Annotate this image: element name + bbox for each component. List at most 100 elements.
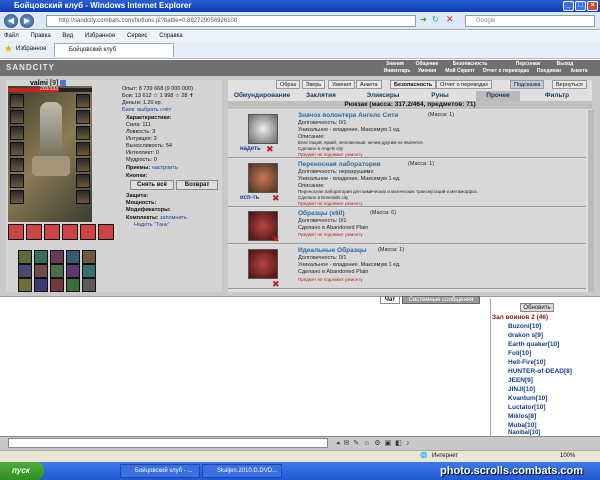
belt-potion-6[interactable] — [98, 224, 114, 240]
spell-slot[interactable] — [18, 250, 32, 264]
btn-skills[interactable]: Умения — [328, 80, 356, 89]
chat-user[interactable]: Earth quaker[10] — [508, 341, 559, 348]
start-button[interactable]: пуск — [0, 462, 44, 480]
belt-potion-3[interactable] — [44, 224, 60, 240]
belt-potion-2[interactable] — [26, 224, 42, 240]
menu-file[interactable]: Файл — [4, 33, 19, 39]
item-name[interactable]: Значок волонтера Ангелс Сити — [298, 112, 398, 119]
belt-potion-5[interactable] — [80, 224, 96, 240]
close-button[interactable]: × — [587, 1, 598, 11]
chat-user[interactable]: Buzoni[10] — [508, 323, 541, 330]
star-icon[interactable]: ★ — [4, 44, 13, 55]
browser-tab[interactable]: Бойцовский клуб — [54, 43, 174, 57]
item-name[interactable]: Образцы (x60) — [298, 210, 345, 217]
search-input[interactable]: Google — [465, 15, 595, 27]
nav-fights[interactable]: Поединки — [534, 68, 564, 74]
item-icon[interactable] — [248, 163, 278, 193]
btn-pet[interactable]: Зверь — [302, 80, 326, 89]
nav-security[interactable]: Безопасность — [448, 61, 492, 67]
slot-leggings[interactable] — [76, 190, 90, 204]
slot-ring2[interactable] — [76, 126, 90, 140]
spell-slot[interactable] — [18, 264, 32, 278]
spell-slot[interactable] — [82, 264, 96, 278]
spell-slot[interactable] — [34, 278, 48, 292]
menu-favorites[interactable]: Избранное — [85, 33, 115, 39]
menu-edit[interactable]: Правка — [30, 33, 50, 39]
tab-equipment[interactable]: Обмундирование — [230, 91, 294, 101]
belt-potion-4[interactable] — [62, 224, 78, 240]
item-action-link[interactable]: исп-ть — [240, 195, 259, 201]
inventory-scrollbar[interactable] — [588, 110, 594, 292]
nav-character[interactable]: Персонаж — [510, 61, 546, 67]
item-icon[interactable] — [248, 249, 278, 279]
nav-myscript[interactable]: Мой Скрипт — [442, 68, 478, 74]
taskbar-item[interactable]: Skaljen.2010.D.DVD... — [202, 464, 282, 478]
chat-user[interactable]: Kvantum[10] — [508, 395, 547, 402]
tab-filter[interactable]: Фильтр — [534, 91, 580, 101]
forward-icon[interactable]: ▶ — [20, 14, 34, 28]
chat-user[interactable]: JEEN[9] — [508, 377, 533, 384]
slot-ring1[interactable] — [76, 110, 90, 124]
delete-icon[interactable]: ✖ — [272, 279, 280, 290]
slot-pants[interactable] — [76, 174, 90, 188]
chat-user[interactable]: Hell-Fire[10] — [508, 359, 546, 366]
spell-slot[interactable] — [18, 278, 32, 292]
btn-return[interactable]: Вернуться — [552, 80, 587, 89]
nav-inventory[interactable]: Инвентарь — [382, 68, 412, 74]
slot-earrings[interactable] — [76, 94, 90, 108]
sets-remember-link[interactable]: запомнить — [160, 215, 187, 221]
slot-boots[interactable] — [10, 190, 24, 204]
nav-profile[interactable]: Анкета — [566, 68, 592, 74]
slot-armor[interactable] — [10, 142, 24, 156]
btn-image[interactable]: Образ — [276, 80, 301, 89]
btn-transfer-report[interactable]: Отчет о переводах — [436, 80, 493, 89]
tab-elixirs[interactable]: Эликсиры — [360, 91, 406, 101]
chat-input[interactable] — [8, 438, 328, 448]
maximize-button[interactable]: □ — [575, 1, 586, 11]
url-input[interactable]: http://sandcity.combats.com/buttons.pl?b… — [46, 15, 416, 27]
minimize-button[interactable]: _ — [563, 1, 574, 11]
slot-shield[interactable] — [76, 158, 90, 172]
btn-hint[interactable]: Подсказка — [510, 80, 545, 89]
chat-tool-icons[interactable]: ◂✉✎☺⚙▣◧♪ — [336, 439, 486, 448]
spell-slot[interactable] — [82, 278, 96, 292]
taskbar-item[interactable]: Бойцовский клуб - ... — [120, 464, 200, 478]
undress-all-button[interactable]: Снять всё — [130, 180, 174, 190]
chat-user[interactable]: Luctator[10] — [508, 404, 546, 411]
return-button[interactable]: Возврат — [176, 180, 218, 190]
slot-weapon[interactable] — [10, 126, 24, 140]
belt-potion-1[interactable] — [8, 224, 24, 240]
chat-user[interactable]: Foli[10] — [508, 350, 531, 357]
btn-profile[interactable]: Анкета — [356, 80, 382, 89]
slot-helmet[interactable] — [10, 94, 24, 108]
favorites-label[interactable]: Избранное — [16, 46, 46, 52]
delete-icon[interactable]: ✖ — [272, 234, 280, 245]
chat-user[interactable]: HUNTER-of-DEAD[8] — [508, 368, 572, 375]
tab-spells[interactable]: Заклятия — [298, 91, 344, 101]
back-icon[interactable]: ◀ — [4, 14, 18, 28]
spell-slot[interactable] — [66, 250, 80, 264]
nav-communication[interactable]: Общение — [412, 61, 442, 67]
zoom-level[interactable]: 100% — [560, 451, 575, 462]
tab-chat[interactable]: Чат — [380, 296, 400, 304]
spell-slot[interactable] — [82, 250, 96, 264]
item-action-link[interactable]: надеть — [240, 146, 261, 152]
chat-user[interactable]: Miklos[8] — [508, 413, 536, 420]
spell-slot[interactable] — [50, 250, 64, 264]
item-icon[interactable] — [248, 114, 278, 144]
refresh-button[interactable]: Обновить — [520, 303, 554, 312]
spell-slot[interactable] — [50, 278, 64, 292]
nav-knowledge[interactable]: Знания — [382, 61, 408, 67]
power-section[interactable]: Мощность: — [126, 200, 156, 206]
spell-slot[interactable] — [66, 278, 80, 292]
item-name[interactable]: Переносная лаборатория — [298, 161, 381, 168]
refresh-icon[interactable]: ↻ — [432, 15, 439, 24]
btn-security[interactable]: Безопасность — [390, 80, 437, 89]
chat-user[interactable]: drakon s[9] — [508, 332, 543, 339]
tab-runes[interactable]: Руны — [420, 91, 460, 101]
buttons-label[interactable]: Кнопки: — [126, 173, 147, 179]
slot-gloves[interactable] — [76, 142, 90, 156]
menu-view[interactable]: Вид — [62, 33, 73, 39]
stat-bank[interactable]: Банк: выбрать счёт — [122, 107, 171, 113]
chat-user[interactable]: JINJI[10] — [508, 386, 535, 393]
